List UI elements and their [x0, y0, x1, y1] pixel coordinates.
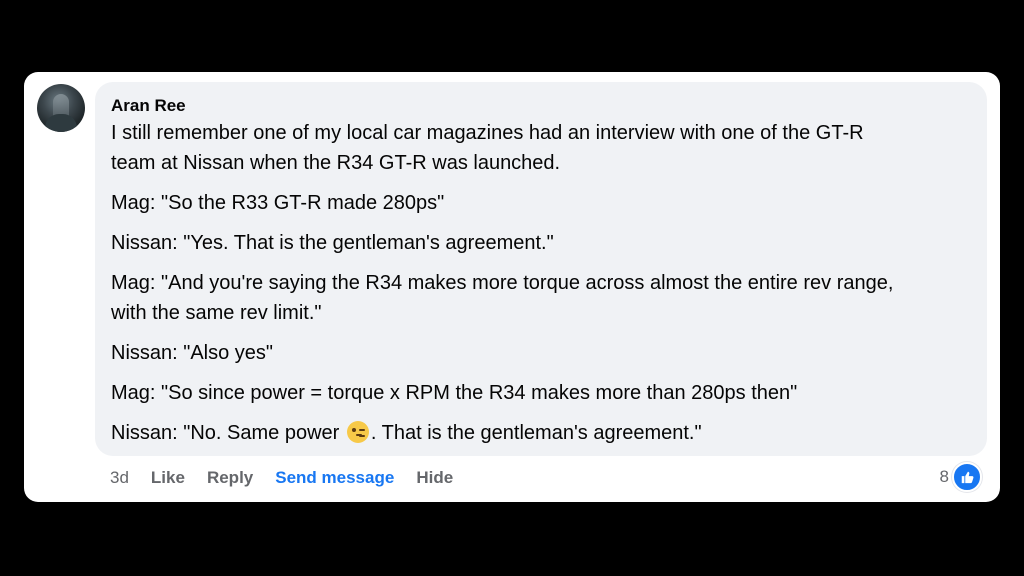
- reply-button[interactable]: Reply: [207, 468, 253, 488]
- comment-line: team at Nissan when the R34 GT-R was lau…: [111, 152, 561, 174]
- comment-bubble: Aran Ree I still remember one of my loca…: [95, 82, 987, 456]
- like-button[interactable]: Like: [151, 468, 185, 488]
- comment-paragraph: Mag: "And you're saying the R34 makes mo…: [111, 268, 977, 328]
- reaction-count: 8: [939, 467, 949, 486]
- comment-line: I still remember one of my local car mag…: [111, 122, 864, 144]
- comment-line: Mag: "And you're saying the R34 makes mo…: [111, 272, 894, 294]
- comment-line: Nissan: "Also yes": [111, 342, 274, 364]
- avatar-shoulders: [45, 114, 77, 132]
- send-message-button[interactable]: Send message: [275, 468, 394, 488]
- thumbs-up-icon: [952, 462, 982, 492]
- hide-button[interactable]: Hide: [416, 468, 453, 488]
- comment-actions: 3d Like Reply Send message Hide: [110, 466, 475, 490]
- reaction-summary[interactable]: 8: [940, 462, 982, 492]
- comment-line: Mag: "So the R33 GT-R made 280ps": [111, 192, 445, 214]
- author-name[interactable]: Aran Ree: [111, 96, 186, 116]
- comment-card: Aran Ree I still remember one of my loca…: [24, 72, 1000, 502]
- comment-line: Mag: "So since power = torque x RPM the …: [111, 382, 798, 404]
- comment-line: Nissan: "Yes. That is the gentleman's ag…: [111, 232, 554, 254]
- winking-face-emoji-icon: [346, 421, 369, 443]
- comment-text: Nissan: "No. Same power: [111, 422, 345, 444]
- comment-paragraph: I still remember one of my local car mag…: [111, 118, 977, 178]
- avatar[interactable]: [37, 84, 85, 132]
- timestamp[interactable]: 3d: [110, 468, 129, 488]
- comment-text: . That is the gentleman's agreement.": [370, 422, 702, 444]
- comment-line-last: Nissan: "No. Same power . That is the ge…: [111, 418, 977, 448]
- comment-line: with the same rev limit.": [111, 302, 322, 324]
